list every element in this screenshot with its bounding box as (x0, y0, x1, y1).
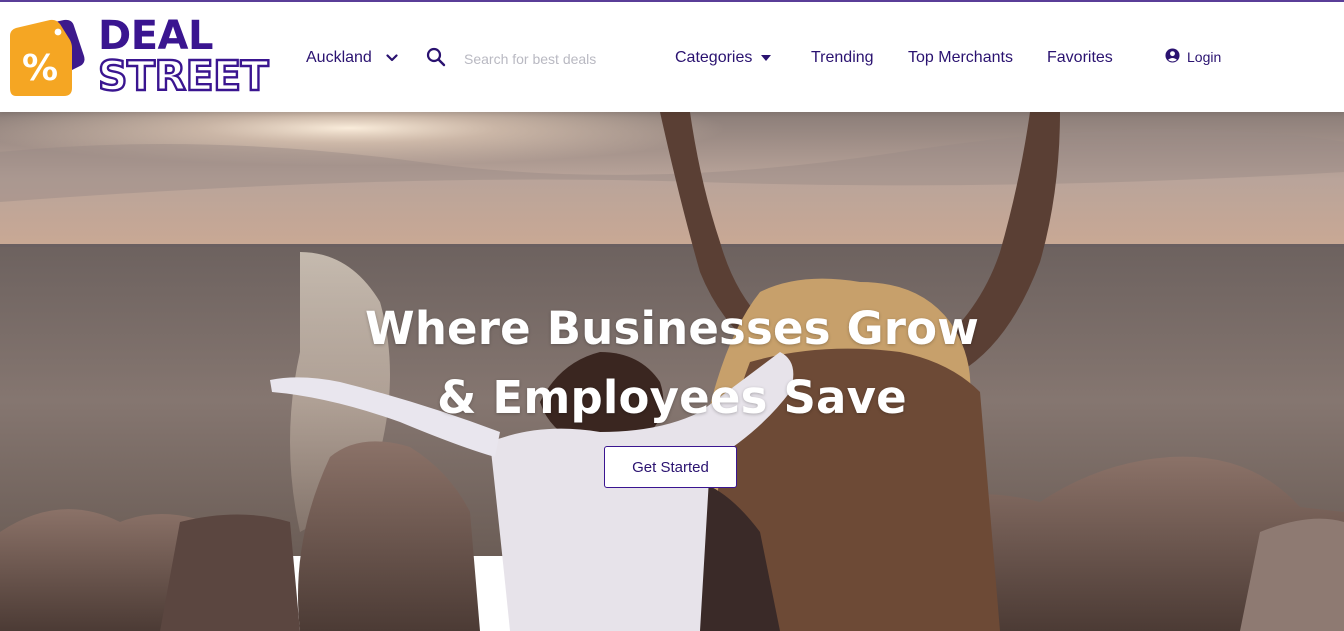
location-label: Auckland (306, 49, 372, 66)
svg-text:%: % (22, 48, 58, 89)
login-label: Login (1187, 49, 1222, 65)
caret-down-icon (760, 49, 772, 67)
hero-headline-line1: Where Businesses Grow (364, 302, 980, 355)
nav-categories-label: Categories (675, 49, 753, 66)
price-tag-icon: % (6, 16, 94, 100)
get-started-button[interactable]: Get Started (604, 446, 737, 488)
nav-top-merchants[interactable]: Top Merchants (908, 46, 1013, 70)
nav-categories[interactable]: Categories (675, 46, 772, 70)
location-selector[interactable]: Auckland (306, 46, 398, 70)
login-link[interactable]: Login (1165, 46, 1221, 68)
hero-banner: Where Businesses Grow & Employees Save G… (0, 112, 1344, 631)
logo-text-street: STREET (97, 52, 270, 100)
nav-trending[interactable]: Trending (811, 46, 874, 70)
site-header: % DEAL STREET Auckland Categories Trendi… (0, 2, 1344, 112)
user-circle-icon (1165, 48, 1180, 66)
hero-headline: Where Businesses Grow & Employees Save (0, 294, 1344, 432)
search-icon[interactable] (426, 47, 446, 72)
hero-headline-line2: & Employees Save (437, 371, 907, 424)
brand-logo[interactable]: % DEAL STREET (6, 14, 270, 100)
search-bar[interactable] (426, 46, 644, 72)
nav-favorites[interactable]: Favorites (1047, 46, 1113, 70)
chevron-down-icon (386, 52, 398, 64)
search-input[interactable] (464, 51, 644, 67)
